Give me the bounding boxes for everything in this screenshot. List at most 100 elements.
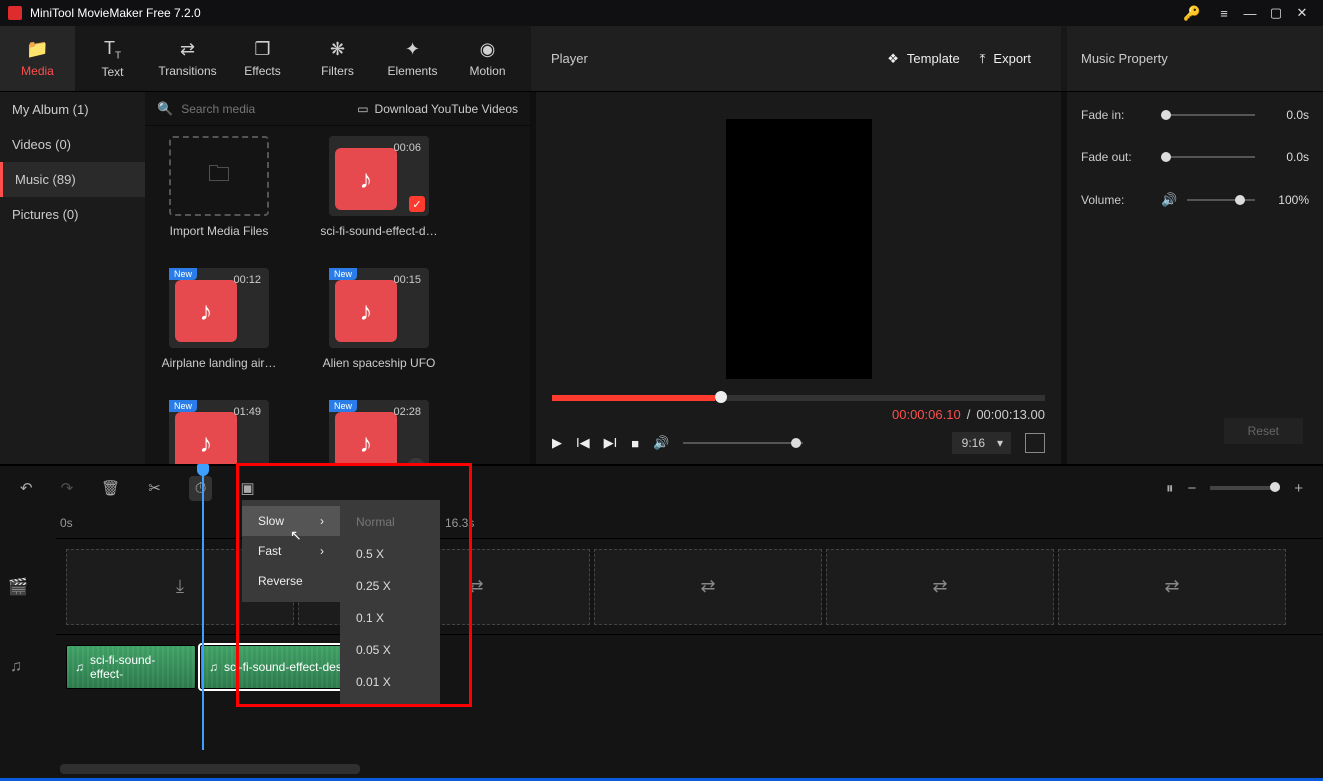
tab-motion[interactable]: ◉ Motion: [450, 26, 525, 91]
prop-volume-label: Volume:: [1081, 193, 1151, 207]
tab-text[interactable]: TT Text: [75, 26, 150, 91]
prop-volume-value: 100%: [1265, 193, 1309, 207]
minimize-icon[interactable]: —: [1237, 0, 1263, 26]
search-input[interactable]: [181, 102, 349, 116]
speaker-icon[interactable]: 🔊: [1161, 192, 1177, 208]
prop-fadein-label: Fade in:: [1081, 108, 1151, 122]
media-thumb[interactable]: New ♪ 00:15 Alien spaceship UFO: [319, 268, 439, 370]
thumb-name: sci-fi-sound-effect-d…: [319, 224, 439, 238]
download-youtube-button[interactable]: ▭ Download YouTube Videos: [357, 102, 518, 116]
fadeout-slider[interactable]: [1161, 156, 1255, 158]
magnet-icon[interactable]: ⏸: [1166, 480, 1174, 497]
reset-button[interactable]: Reset: [1224, 418, 1303, 444]
template-button[interactable]: ❖ Template: [877, 45, 969, 73]
speed-menu-reverse[interactable]: Reverse: [242, 566, 340, 596]
stop-button[interactable]: ■: [631, 436, 639, 451]
sidebar-item-myalbum[interactable]: My Album (1): [0, 92, 145, 127]
video-slot[interactable]: ⇄: [826, 549, 1054, 625]
zoom-slider[interactable]: [1210, 486, 1280, 490]
tab-label: Motion: [469, 64, 505, 78]
player-header: Player ❖ Template ⤒ Export: [531, 26, 1061, 91]
import-media-button[interactable]: 🗀 Import Media Files: [159, 136, 279, 238]
video-slot[interactable]: ⇄: [1058, 549, 1286, 625]
undo-button[interactable]: ↶: [20, 479, 33, 497]
media-thumb[interactable]: ♪ 00:06 ✓ sci-fi-sound-effect-d…: [319, 136, 439, 238]
zoom-out-button[interactable]: −: [1187, 480, 1196, 497]
new-badge: New: [329, 400, 357, 412]
tab-media[interactable]: 📁 Media: [0, 26, 75, 91]
tab-transitions[interactable]: ⇄ Transitions: [150, 26, 225, 91]
speed-menu-fast[interactable]: Fast ›: [242, 536, 340, 566]
close-icon[interactable]: ✕: [1289, 0, 1315, 26]
audio-track[interactable]: ♫ ♫ sci-fi-sound-effect- ♫ sci-fi-sound-…: [56, 634, 1323, 698]
timeline-ruler[interactable]: 0s 16.3s: [0, 510, 1323, 538]
motion-icon: ◉: [480, 39, 496, 60]
preview-viewport[interactable]: [726, 119, 872, 379]
speed-option-normal[interactable]: Normal: [340, 506, 440, 538]
speed-option[interactable]: 0.1 X: [340, 602, 440, 634]
add-track-icon[interactable]: 🎬: [8, 577, 28, 597]
menu-icon[interactable]: ≡: [1211, 0, 1237, 26]
key-icon[interactable]: 🔑: [1179, 0, 1205, 26]
titlebar: MiniTool MovieMaker Free 7.2.0 🔑 ≡ — ▢ ✕: [0, 0, 1323, 26]
split-button[interactable]: ✂: [148, 479, 161, 497]
music-property-panel: Fade in: 0.0s Fade out: 0.0s Volume: 🔊 1…: [1067, 92, 1323, 464]
music-note-icon: ♪: [175, 412, 237, 464]
next-frame-button[interactable]: ▶I: [604, 435, 618, 451]
speed-option[interactable]: 0.05 X: [340, 634, 440, 666]
music-note-icon: ♪: [335, 148, 397, 210]
redo-button[interactable]: ↷: [61, 479, 74, 497]
fullscreen-button[interactable]: [1025, 433, 1045, 453]
audio-clip[interactable]: ♫ sci-fi-sound-effect-: [66, 645, 196, 689]
media-thumb[interactable]: New ♪ 01:49: [159, 400, 279, 464]
transitions-icon: ⇄: [180, 39, 195, 60]
time-total: 00:00:13.00: [976, 407, 1045, 422]
chevron-down-icon: ▾: [997, 436, 1003, 450]
thumb-duration: 00:12: [233, 274, 261, 286]
volume-icon[interactable]: 🔊: [653, 435, 669, 451]
speed-option[interactable]: 0.01 X: [340, 666, 440, 698]
thumb-name: Airplane landing air…: [159, 356, 279, 370]
play-button[interactable]: ▶: [552, 435, 562, 451]
maximize-icon[interactable]: ▢: [1263, 0, 1289, 26]
media-thumb[interactable]: New ♪ 00:12 Airplane landing air…: [159, 268, 279, 370]
tab-label: Effects: [244, 64, 280, 78]
playhead[interactable]: [202, 466, 204, 750]
speed-button[interactable]: ⏱: [189, 476, 213, 501]
tab-label: Filters: [321, 64, 354, 78]
new-badge: New: [169, 400, 197, 412]
timeline-scrollbar[interactable]: [60, 764, 1307, 774]
thumb-duration: 00:15: [393, 274, 421, 286]
music-note-icon: ♪: [335, 280, 397, 342]
thumb-duration: 02:28: [393, 406, 421, 418]
export-button[interactable]: ⤒ Export: [970, 45, 1041, 73]
speed-menu-slow[interactable]: Slow ›: [242, 506, 340, 536]
crop-button[interactable]: ▣: [240, 479, 254, 497]
search-icon: 🔍: [157, 101, 173, 117]
sidebar-item-videos[interactable]: Videos (0): [0, 127, 145, 162]
scrubber[interactable]: [552, 395, 1045, 401]
delete-button[interactable]: 🗑: [101, 479, 120, 497]
sidebar-item-pictures[interactable]: Pictures (0): [0, 197, 145, 232]
folder-icon: 📁: [26, 39, 48, 60]
volume-slider[interactable]: [683, 442, 803, 444]
chevron-right-icon: ›: [320, 514, 324, 528]
tab-effects[interactable]: ❐ Effects: [225, 26, 300, 91]
fadein-slider[interactable]: [1161, 114, 1255, 116]
prev-frame-button[interactable]: I◀: [576, 435, 590, 451]
video-slot[interactable]: ⇄: [594, 549, 822, 625]
tab-filters[interactable]: ❋ Filters: [300, 26, 375, 91]
app-title: MiniTool MovieMaker Free 7.2.0: [30, 6, 1179, 20]
sidebar-item-music[interactable]: Music (89): [0, 162, 145, 197]
speed-option[interactable]: 0.5 X: [340, 538, 440, 570]
zoom-in-button[interactable]: +: [1294, 480, 1303, 497]
prop-fadein-value: 0.0s: [1265, 108, 1309, 122]
media-thumb[interactable]: New ♪ 02:28 ⬇: [319, 400, 439, 464]
speed-option[interactable]: 0.25 X: [340, 570, 440, 602]
thumb-name: Alien spaceship UFO: [319, 356, 439, 370]
tab-elements[interactable]: ✦ Elements: [375, 26, 450, 91]
prop-volume-slider[interactable]: [1187, 199, 1255, 201]
aspect-ratio-select[interactable]: 9:16 ▾: [952, 432, 1011, 454]
template-icon: ❖: [887, 51, 899, 67]
thumb-name: Import Media Files: [159, 224, 279, 238]
